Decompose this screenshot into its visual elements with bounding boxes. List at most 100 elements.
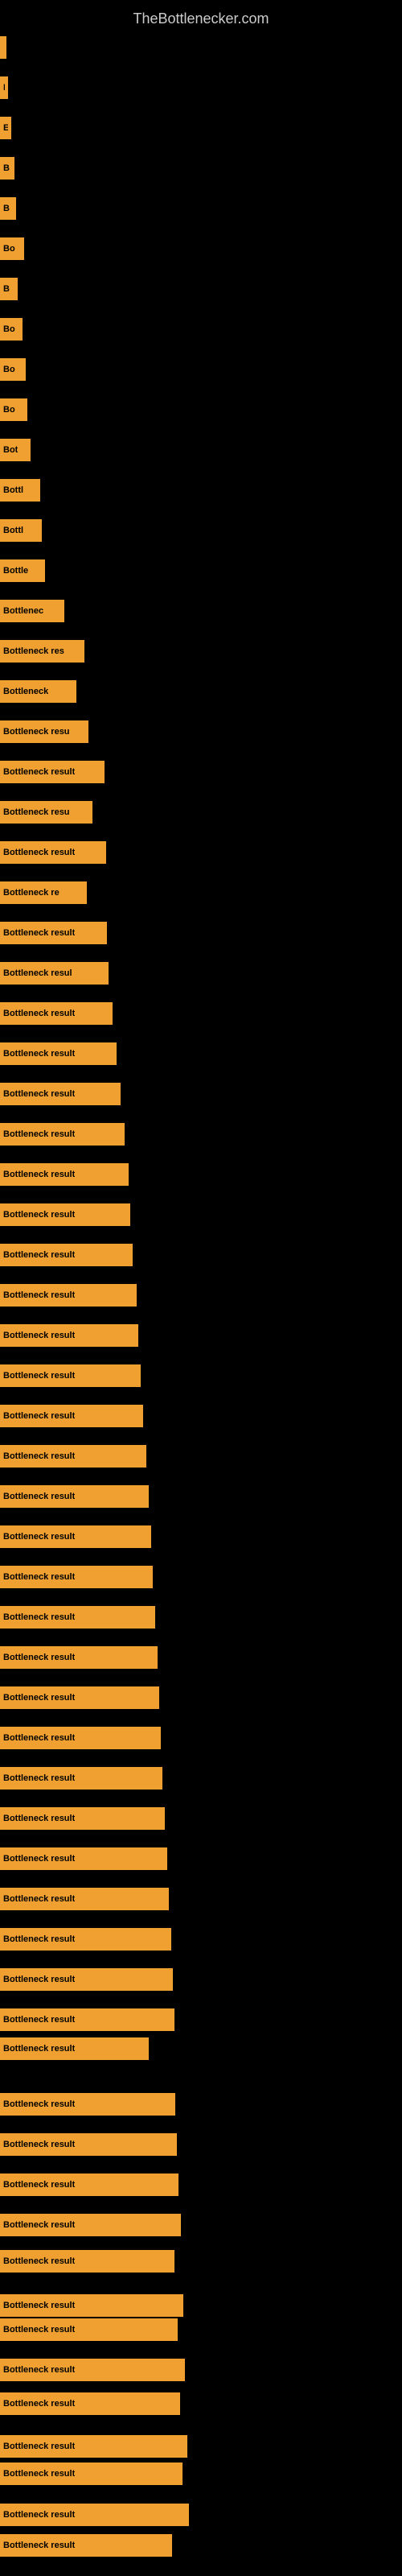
bar-item-57: Bottleneck result <box>0 2318 178 2341</box>
bar-item-15: Bottleneck res <box>0 640 84 663</box>
site-title: TheBottlenecker.com <box>0 4 402 34</box>
bar-item-19: Bottleneck resu <box>0 801 92 824</box>
bar-label-24: Bottleneck result <box>3 1009 75 1018</box>
bar-item-7: Bo <box>0 318 23 341</box>
bar-32: Bottleneck result <box>0 1324 138 1347</box>
bar-label-42: Bottleneck result <box>3 1733 75 1743</box>
bar-item-58: Bottleneck result <box>0 2359 185 2381</box>
bar-label-31: Bottleneck result <box>3 1290 75 1300</box>
bar-item-46: Bottleneck result <box>0 1888 169 1910</box>
bar-37: Bottleneck result <box>0 1525 151 1548</box>
bar-33: Bottleneck result <box>0 1364 141 1387</box>
bar-label-10: Bot <box>3 445 18 455</box>
bar-16: Bottleneck <box>0 680 76 703</box>
bar-item-37: Bottleneck result <box>0 1525 151 1548</box>
bar-label-19: Bottleneck resu <box>3 807 70 817</box>
bar-label-56: Bottleneck result <box>3 2301 75 2310</box>
bar-label-60: Bottleneck result <box>3 2442 75 2451</box>
bar-label-2: E <box>3 123 8 133</box>
bar-57: Bottleneck result <box>0 2318 178 2341</box>
bar-item-14: Bottlenec <box>0 600 64 622</box>
bar-label-30: Bottleneck result <box>3 1250 75 1260</box>
bar-label-46: Bottleneck result <box>3 1894 75 1904</box>
bar-item-61: Bottleneck result <box>0 2462 183 2485</box>
bar-55: Bottleneck result <box>0 2250 174 2273</box>
bar-label-20: Bottleneck result <box>3 848 75 857</box>
bar-label-39: Bottleneck result <box>3 1612 75 1622</box>
bar-5: Bo <box>0 237 24 260</box>
bar-24: Bottleneck result <box>0 1002 113 1025</box>
bar-item-48: Bottleneck result <box>0 1968 173 1991</box>
bar-label-3: B <box>3 163 10 173</box>
bar-41: Bottleneck result <box>0 1686 159 1709</box>
bar-59: Bottleneck result <box>0 2392 180 2415</box>
bar-item-33: Bottleneck result <box>0 1364 141 1387</box>
bar-51: Bottleneck result <box>0 2093 175 2116</box>
bar-label-58: Bottleneck result <box>3 2365 75 2375</box>
bar-44: Bottleneck result <box>0 1807 165 1830</box>
bar-label-5: Bo <box>3 244 15 254</box>
bar-item-44: Bottleneck result <box>0 1807 165 1830</box>
bar-7: Bo <box>0 318 23 341</box>
bar-15: Bottleneck res <box>0 640 84 663</box>
bar-label-52: Bottleneck result <box>3 2140 75 2149</box>
bar-12: Bottl <box>0 519 42 542</box>
bar-49: Bottleneck result <box>0 2008 174 2031</box>
bar-item-36: Bottleneck result <box>0 1485 149 1508</box>
bar-item-29: Bottleneck result <box>0 1203 130 1226</box>
bar-item-21: Bottleneck re <box>0 881 87 904</box>
bar-item-24: Bottleneck result <box>0 1002 113 1025</box>
bar-label-11: Bottl <box>3 485 23 495</box>
bar-label-62: Bottleneck result <box>3 2510 75 2520</box>
bar-43: Bottleneck result <box>0 1767 162 1790</box>
bar-62: Bottleneck result <box>0 2504 189 2526</box>
bar-label-38: Bottleneck result <box>3 1572 75 1582</box>
bar-35: Bottleneck result <box>0 1445 146 1468</box>
bar-label-15: Bottleneck res <box>3 646 64 656</box>
bar-13: Bottle <box>0 559 45 582</box>
bar-21: Bottleneck re <box>0 881 87 904</box>
bar-label-49: Bottleneck result <box>3 2015 75 2025</box>
bar-item-55: Bottleneck result <box>0 2250 174 2273</box>
bar-item-31: Bottleneck result <box>0 1284 137 1307</box>
bar-item-39: Bottleneck result <box>0 1606 155 1629</box>
bar-item-45: Bottleneck result <box>0 1847 167 1870</box>
bar-19: Bottleneck resu <box>0 801 92 824</box>
bar-label-40: Bottleneck result <box>3 1653 75 1662</box>
bar-item-4: B <box>0 197 16 220</box>
bar-label-53: Bottleneck result <box>3 2180 75 2190</box>
bar-item-22: Bottleneck result <box>0 922 107 944</box>
bar-item-26: Bottleneck result <box>0 1083 121 1105</box>
bar-label-63: Bottleneck result <box>3 2541 75 2550</box>
bar-item-60: Bottleneck result <box>0 2435 187 2458</box>
bar-label-4: B <box>3 204 10 213</box>
bar-2: E <box>0 117 11 139</box>
bar-item-50: Bottleneck result <box>0 2037 149 2060</box>
bar-14: Bottlenec <box>0 600 64 622</box>
bar-label-50: Bottleneck result <box>3 2044 75 2054</box>
bar-29: Bottleneck result <box>0 1203 130 1226</box>
bar-3: B <box>0 157 14 180</box>
bar-label-57: Bottleneck result <box>3 2325 75 2334</box>
bar-item-0: | <box>0 36 6 59</box>
bar-48: Bottleneck result <box>0 1968 173 1991</box>
bar-label-13: Bottle <box>3 566 28 576</box>
bar-53: Bottleneck result <box>0 2174 178 2196</box>
bar-item-47: Bottleneck result <box>0 1928 171 1951</box>
bar-item-13: Bottle <box>0 559 45 582</box>
bar-label-55: Bottleneck result <box>3 2256 75 2266</box>
bar-label-7: Bo <box>3 324 15 334</box>
bar-item-62: Bottleneck result <box>0 2504 189 2526</box>
bar-31: Bottleneck result <box>0 1284 137 1307</box>
bar-8: Bo <box>0 358 26 381</box>
bar-17: Bottleneck resu <box>0 720 88 743</box>
bar-4: B <box>0 197 16 220</box>
bar-46: Bottleneck result <box>0 1888 169 1910</box>
bar-label-27: Bottleneck result <box>3 1129 75 1139</box>
bar-item-10: Bot <box>0 439 31 461</box>
bar-label-45: Bottleneck result <box>3 1854 75 1864</box>
bar-38: Bottleneck result <box>0 1566 153 1588</box>
bar-label-6: B <box>3 284 10 294</box>
bar-63: Bottleneck result <box>0 2534 172 2557</box>
bar-label-61: Bottleneck result <box>3 2469 75 2479</box>
